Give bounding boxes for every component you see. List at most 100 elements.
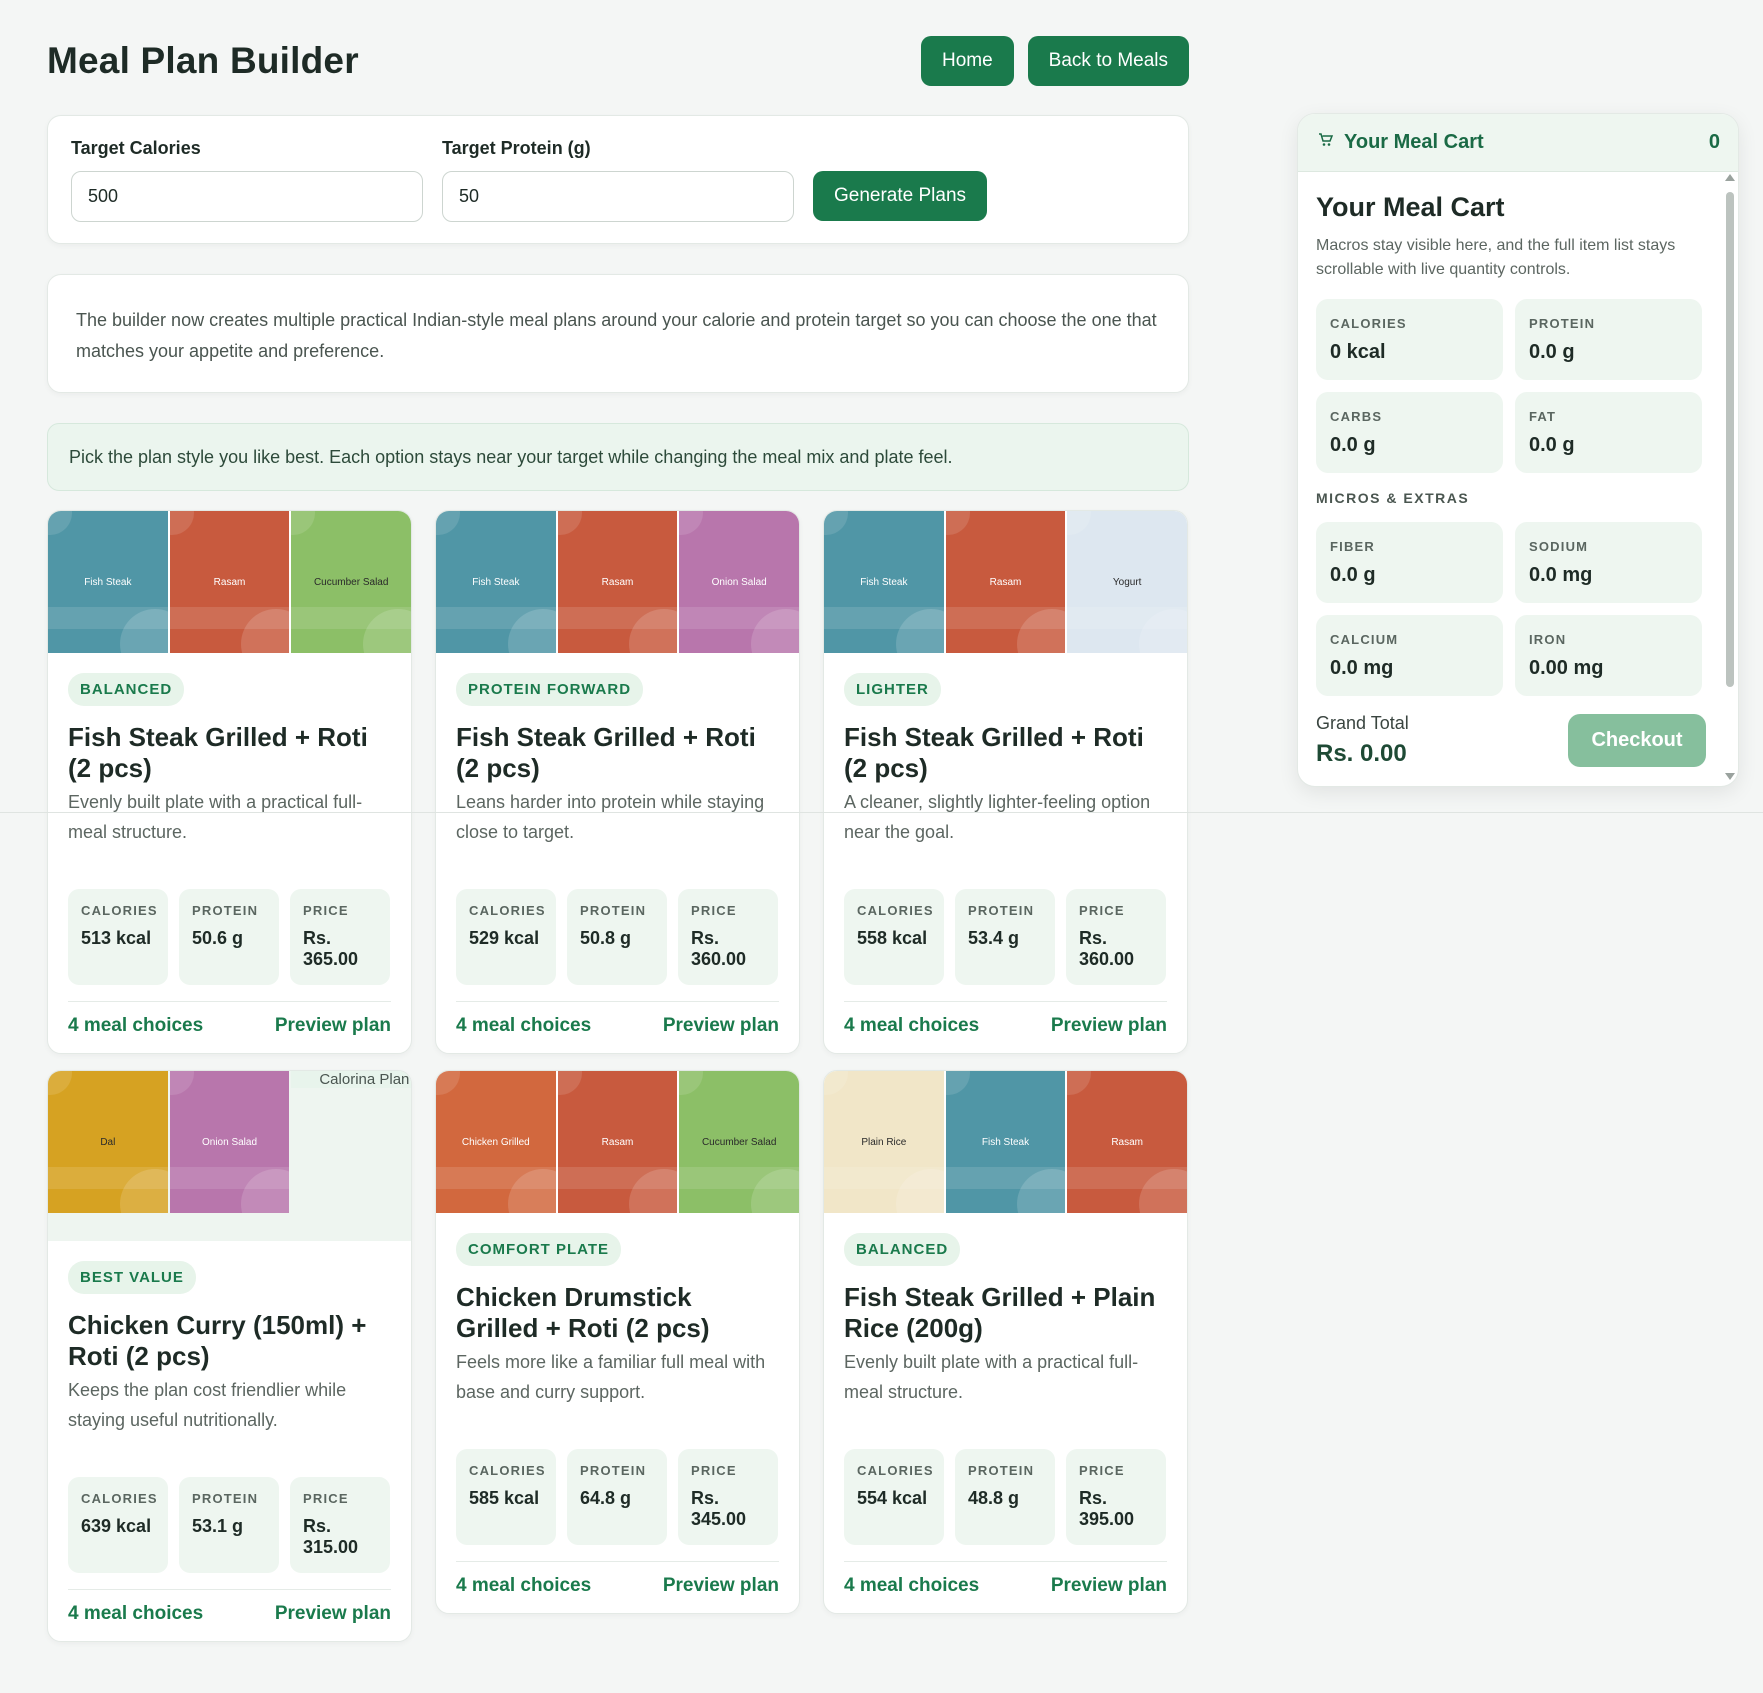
grand-total-row: Grand Total Rs. 0.00 Checkout — [1316, 713, 1706, 768]
info-text: The builder now creates multiple practic… — [76, 310, 1157, 361]
meal-choices-link[interactable]: 4 meal choices — [68, 1015, 203, 1037]
macro-protein: PROTEIN 0.0 g — [1515, 299, 1702, 380]
stat-label: PROTEIN — [580, 903, 647, 918]
meal-thumbnail: Fish Steak — [48, 511, 168, 653]
cart-header-left: Your Meal Cart — [1318, 131, 1484, 154]
stat-calories: CALORIES 554 kcal — [844, 1449, 944, 1545]
preview-plan-link[interactable]: Preview plan — [663, 1575, 779, 1597]
macro-value: 0.0 g — [1330, 434, 1376, 456]
stat-label: PRICE — [303, 1491, 349, 1506]
plan-title: Fish Steak Grilled + Roti (2 pcs) — [844, 722, 1144, 783]
protein-label: Target Protein (g) — [442, 138, 591, 158]
targets-form: Target Calories Target Protein (g) Gener… — [47, 115, 1189, 244]
stat-label: PROTEIN — [968, 903, 1035, 918]
plan-badge: BALANCED — [68, 673, 185, 706]
stat-label: CALORIES — [81, 1491, 158, 1506]
meal-thumbnail-label: Onion Salad — [201, 1136, 258, 1148]
plan-badge: BALANCED — [844, 1233, 961, 1266]
plan-card[interactable]: Dal Onion Salad Calorina Plan BEST VALUE Chi… — [47, 1070, 412, 1642]
meal-thumbnail: Rasam — [169, 511, 290, 653]
meal-choices-link[interactable]: 4 meal choices — [68, 1603, 203, 1625]
target-protein-input[interactable] — [442, 171, 794, 222]
micro-fiber: FIBER 0.0 g — [1316, 522, 1503, 603]
meal-thumbnail-label: Fish Steak — [84, 576, 132, 588]
stat-label: PROTEIN — [580, 1463, 647, 1478]
calories-label: Target Calories — [71, 138, 201, 158]
plan-description: A cleaner, slightly lighter-feeling opti… — [844, 792, 1151, 842]
plan-badge: BEST VALUE — [68, 1261, 196, 1294]
plan-card[interactable]: Chicken Grilled Rasam Cucumber Salad COMFOR… — [435, 1070, 800, 1614]
preview-plan-link[interactable]: Preview plan — [1051, 1015, 1167, 1037]
plan-thumbnails: Fish Steak Rasam Yogurt — [824, 511, 1187, 653]
stat-protein: PROTEIN 64.8 g — [567, 1449, 667, 1545]
stat-value: 48.8 g — [968, 1488, 1020, 1508]
meal-thumbnail-label: Rasam — [1111, 1136, 1144, 1148]
plan-thumbnails: Fish Steak Rasam Cucumber Salad — [48, 511, 411, 653]
macro-value: 0 kcal — [1330, 341, 1386, 363]
micro-value: 0.0 mg — [1529, 564, 1593, 586]
meal-choices-link[interactable]: 4 meal choices — [844, 1015, 979, 1037]
stat-protein: PROTEIN 53.4 g — [955, 889, 1055, 985]
scroll-up-arrow-icon[interactable] — [1725, 174, 1735, 181]
cart-scrollbar[interactable] — [1723, 172, 1735, 782]
plan-title: Fish Steak Grilled + Roti (2 pcs) — [456, 722, 756, 783]
plan-body: PROTEIN FORWARD Fish Steak Grilled + Roti… — [436, 653, 799, 1053]
meal-thumbnail: Cucumber Salad — [291, 511, 411, 653]
page-title: Meal Plan Builder — [47, 40, 359, 81]
plan-thumbnails: Plain Rice Fish Steak Rasam — [824, 1071, 1187, 1213]
target-calories-input[interactable] — [71, 171, 423, 222]
micro-label: CALCIUM — [1330, 632, 1399, 647]
plan-footer: 4 meal choices Preview plan — [456, 1001, 779, 1053]
calories-field-group: Target Calories — [71, 138, 423, 222]
meal-choices-link[interactable]: 4 meal choices — [456, 1575, 591, 1597]
plan-card[interactable]: Plain Rice Fish Steak Rasam BALANCED Fish St… — [823, 1070, 1188, 1614]
meal-choices-link[interactable]: 4 meal choices — [456, 1015, 591, 1037]
home-button[interactable]: Home — [920, 36, 1014, 86]
meal-choices-link[interactable]: 4 meal choices — [844, 1575, 979, 1597]
grand-total-block: Grand Total Rs. 0.00 — [1316, 713, 1409, 768]
stat-label: PRICE — [1079, 903, 1125, 918]
plan-thumbnails: Dal Onion Salad Calorina Plan — [48, 1071, 411, 1241]
stat-calories: CALORIES 639 kcal — [68, 1477, 168, 1573]
macro-value: 0.0 g — [1529, 341, 1575, 363]
generate-plans-button[interactable]: Generate Plans — [813, 171, 988, 221]
meal-thumbnail: Yogurt — [1067, 511, 1187, 653]
meal-thumbnail-label: Plain Rice — [861, 1136, 907, 1148]
scroll-thumb[interactable] — [1726, 192, 1734, 687]
header-actions: Home Back to Meals — [920, 36, 1189, 86]
plan-card[interactable]: Fish Steak Rasam Cucumber Salad BALANCED Fis… — [47, 510, 412, 1054]
stat-label: PROTEIN — [192, 1491, 259, 1506]
micro-iron: IRON 0.00 mg — [1515, 615, 1702, 696]
plan-card[interactable]: Fish Steak Rasam Onion Salad PROTEIN FORWAR… — [435, 510, 800, 1054]
stat-value: Rs. 360.00 — [691, 928, 747, 969]
stat-value: 53.1 g — [192, 1516, 244, 1536]
info-panel: The builder now creates multiple practic… — [47, 274, 1189, 393]
scroll-down-arrow-icon[interactable] — [1725, 773, 1735, 780]
micro-sodium: SODIUM 0.0 mg — [1515, 522, 1702, 603]
plan-stats: CALORIES 639 kcal PROTEIN 53.1 g PRICE Rs. 31… — [68, 1477, 391, 1573]
meal-thumbnail: Calorina Plan — [291, 1071, 411, 1088]
macro-label: CALORIES — [1330, 316, 1407, 331]
preview-plan-link[interactable]: Preview plan — [1051, 1575, 1167, 1597]
meal-thumbnail-label: Onion Salad — [711, 576, 767, 588]
back-to-meals-button[interactable]: Back to Meals — [1027, 36, 1189, 86]
plan-stats: CALORIES 529 kcal PROTEIN 50.8 g PRICE Rs. 36… — [456, 889, 779, 985]
macro-value: 0.0 g — [1529, 434, 1575, 456]
stat-label: PRICE — [303, 903, 349, 918]
checkout-button[interactable]: Checkout — [1568, 714, 1706, 767]
stat-value: 50.8 g — [580, 928, 632, 948]
preview-plan-link[interactable]: Preview plan — [275, 1015, 391, 1037]
macro-grid: CALORIES 0 kcal PROTEIN 0.0 g CARBS 0.0 … — [1316, 299, 1706, 473]
plan-card[interactable]: Fish Steak Rasam Yogurt LIGHTER Fish Steak G… — [823, 510, 1188, 1054]
stat-label: PROTEIN — [968, 1463, 1035, 1478]
preview-plan-link[interactable]: Preview plan — [663, 1015, 779, 1037]
meal-thumbnail-label: Rasam — [601, 1136, 634, 1148]
plan-body: BALANCED Fish Steak Grilled + Plain Rice … — [824, 1213, 1187, 1613]
plan-title: Fish Steak Grilled + Plain Rice (200g) — [844, 1282, 1156, 1343]
plan-badge: LIGHTER — [844, 673, 941, 706]
preview-plan-link[interactable]: Preview plan — [275, 1603, 391, 1625]
stat-label: CALORIES — [857, 903, 934, 918]
plan-footer: 4 meal choices Preview plan — [68, 1001, 391, 1053]
macro-label: CARBS — [1330, 409, 1383, 424]
meal-thumbnail: Rasam — [557, 1071, 678, 1213]
